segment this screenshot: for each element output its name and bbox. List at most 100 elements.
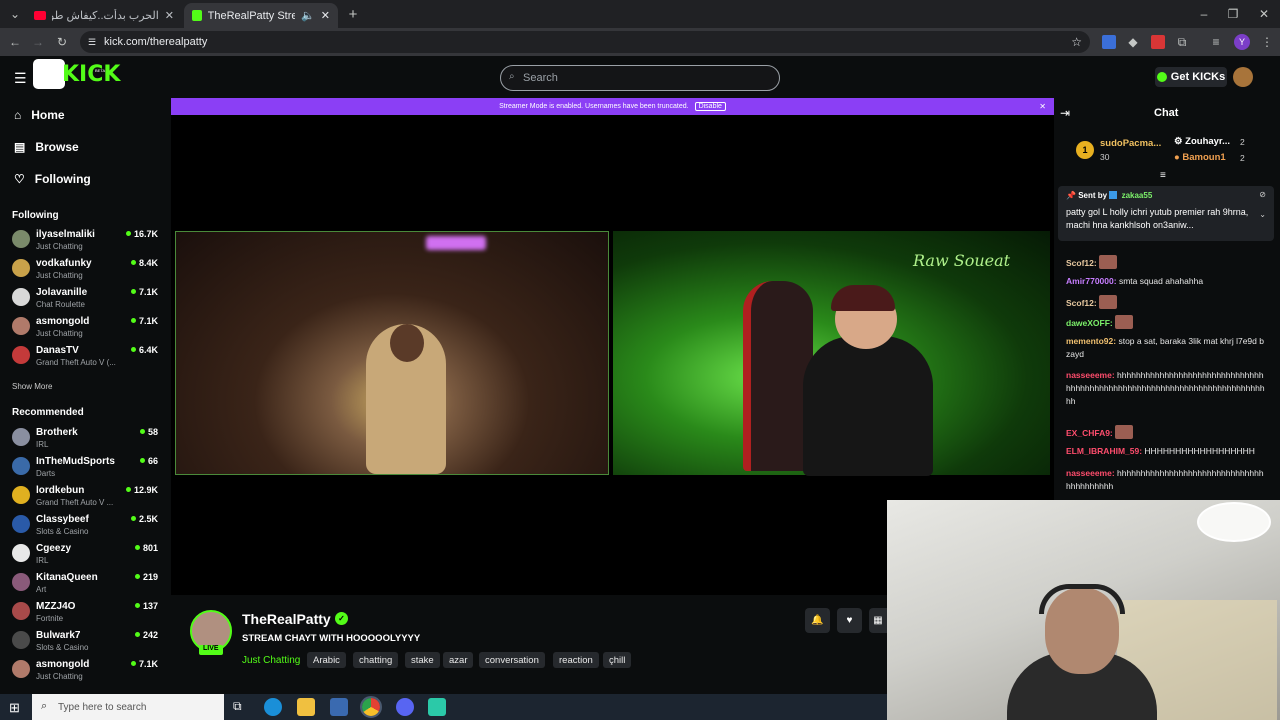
sidebar-channel-item[interactable]: DanasTV Grand Theft Auto V (... 6.4K bbox=[10, 342, 162, 370]
nav-home[interactable]: ⌂ Home bbox=[14, 108, 65, 122]
recommended-section-title: Recommended bbox=[12, 407, 84, 418]
channel-name: Cgeezy bbox=[36, 543, 72, 554]
stream-tag[interactable]: Arabic bbox=[307, 652, 346, 668]
app-icon[interactable] bbox=[428, 698, 446, 716]
close-icon[interactable]: ✕ bbox=[165, 9, 174, 22]
nav-following[interactable]: ♡ Following bbox=[14, 172, 91, 186]
chat-username[interactable]: nasseeeme: bbox=[1066, 468, 1115, 478]
sidebar-channel-item[interactable]: KitanaQueen Art 219 bbox=[10, 569, 162, 597]
stream-tag[interactable]: azar bbox=[443, 652, 474, 668]
channel-name: asmongold bbox=[36, 659, 90, 670]
forward-button[interactable]: → bbox=[27, 31, 49, 53]
collapse-chat-icon[interactable]: ⇥ bbox=[1060, 106, 1070, 120]
follow-heart-button[interactable]: ♥ bbox=[837, 608, 862, 633]
site-info-icon[interactable]: ☰ bbox=[88, 37, 96, 48]
extensions-puzzle-icon[interactable]: ⧉ bbox=[1171, 31, 1193, 53]
leaderboard-user[interactable]: ● Bamoun1 bbox=[1174, 152, 1226, 163]
chat-username[interactable]: Scof12: bbox=[1066, 298, 1097, 308]
windows-start-icon[interactable]: ⊞ bbox=[9, 700, 20, 716]
sidebar-channel-item[interactable]: ilyaselmaliki Just Chatting 16.7K bbox=[10, 226, 162, 254]
chrome-icon[interactable] bbox=[360, 696, 382, 718]
stream-tag[interactable]: çhill bbox=[603, 652, 632, 668]
edge-icon[interactable] bbox=[264, 698, 282, 716]
leaderboard-user[interactable]: sudoPacma... bbox=[1100, 138, 1161, 149]
pinned-message[interactable]: 📌 Sent by zakaa55 patty gol L holly ichr… bbox=[1058, 186, 1274, 241]
new-tab-button[interactable]: + bbox=[342, 3, 364, 25]
chat-text: smta squad ahahahha bbox=[1118, 276, 1204, 286]
bookmark-star-icon[interactable]: ☆ bbox=[1071, 35, 1082, 49]
sidebar-channel-item[interactable]: Bulwark7 Slots & Casino 242 bbox=[10, 627, 162, 655]
stream-tag[interactable]: reaction bbox=[553, 652, 599, 668]
channel-avatar bbox=[12, 259, 30, 277]
notification-bell-button[interactable]: 🔔 bbox=[805, 608, 830, 633]
reload-button[interactable]: ↻ bbox=[51, 31, 73, 53]
sidebar-channel-item[interactable]: Jolavanille Chat Roulette 7.1K bbox=[10, 284, 162, 312]
minimize-button[interactable]: – bbox=[1193, 3, 1215, 25]
sidebar-channel-item[interactable]: lordkebun Grand Theft Auto V ... 12.9K bbox=[10, 482, 162, 510]
unpin-icon[interactable]: ⊘ bbox=[1259, 190, 1266, 199]
file-explorer-icon[interactable] bbox=[297, 698, 315, 716]
stream-tag[interactable]: conversation bbox=[479, 652, 545, 668]
sidebar-channel-item[interactable]: vodkafunky Just Chatting 8.4K bbox=[10, 255, 162, 283]
search-icon: ⌕ bbox=[41, 700, 48, 712]
sidebar-channel-item[interactable]: Brotherk IRL 58 bbox=[10, 424, 162, 452]
speaker-icon[interactable]: 🔈 bbox=[301, 9, 315, 22]
task-view-icon[interactable]: ⧉ bbox=[233, 699, 242, 714]
window-close-button[interactable]: ✕ bbox=[1253, 3, 1275, 25]
gift-button[interactable]: ▦ bbox=[869, 608, 887, 633]
chat-username[interactable]: Amir770000: bbox=[1066, 276, 1117, 286]
discord-icon[interactable] bbox=[396, 698, 414, 716]
chat-username[interactable]: ELM_IBRAHIM_59: bbox=[1066, 446, 1142, 456]
sidebar-channel-item[interactable]: MZZJ4O Fortnite 137 bbox=[10, 598, 162, 626]
chat-username[interactable]: daweXOFF: bbox=[1066, 318, 1113, 328]
sidebar-channel-item[interactable]: Cgeezy IRL 801 bbox=[10, 540, 162, 568]
address-bar[interactable]: ☰ kick.com/therealpatty ☆ bbox=[80, 31, 1090, 53]
channel-avatar bbox=[12, 457, 30, 475]
get-kicks-button[interactable]: Get KICKs bbox=[1155, 67, 1227, 87]
stream-tag[interactable]: chatting bbox=[353, 652, 399, 668]
translate-extension-icon[interactable] bbox=[1102, 35, 1116, 49]
sidebar-channel-item[interactable]: asmongold Just Chatting 7.1K bbox=[10, 313, 162, 341]
back-button[interactable]: ← bbox=[4, 31, 26, 53]
filter-icon[interactable]: ≡ bbox=[1160, 170, 1166, 181]
emote-image bbox=[1115, 425, 1134, 439]
kick-logo[interactable]: KICK bbox=[62, 62, 120, 87]
chat-username[interactable]: EX_CHFA9: bbox=[1066, 428, 1113, 438]
leaderboard-user[interactable]: ⚙ Zouhayr... bbox=[1174, 136, 1230, 147]
close-icon[interactable]: ✕ bbox=[1039, 102, 1046, 111]
browser-tab-kick[interactable]: TheRealPatty Stream - Wat 🔈 ✕ bbox=[184, 3, 338, 28]
channel-avatar bbox=[12, 317, 30, 335]
close-icon[interactable]: ✕ bbox=[321, 9, 330, 22]
channel-category: Just Chatting bbox=[36, 672, 83, 681]
taskbar-search-input[interactable]: ⌕ Type here to search bbox=[32, 694, 224, 720]
channel-avatar bbox=[12, 573, 30, 591]
show-more-link[interactable]: Show More bbox=[12, 382, 52, 391]
tab-search-icon[interactable]: ⌄ bbox=[4, 3, 26, 25]
streamer-name[interactable]: TheRealPatty bbox=[242, 611, 331, 627]
disable-button[interactable]: Disable bbox=[694, 102, 726, 111]
chevron-down-icon[interactable]: ⌄ bbox=[1259, 210, 1266, 219]
profile-avatar[interactable]: Y bbox=[1234, 34, 1250, 50]
nav-browse[interactable]: ▤ Browse bbox=[14, 140, 79, 154]
chat-username[interactable]: nasseeeme: bbox=[1066, 370, 1115, 380]
stream-tag[interactable]: stake bbox=[405, 652, 440, 668]
user-avatar[interactable] bbox=[1233, 67, 1253, 87]
restore-button[interactable]: ❐ bbox=[1222, 3, 1244, 25]
category-link[interactable]: Just Chatting bbox=[242, 652, 300, 668]
media-controls-icon[interactable]: ≡ bbox=[1205, 31, 1227, 53]
sidebar-channel-item[interactable]: InTheMudSports Darts 66 bbox=[10, 453, 162, 481]
hamburger-menu-icon[interactable]: ☰ bbox=[14, 70, 27, 87]
search-input[interactable]: ⌕ Search bbox=[500, 65, 780, 91]
browser-tab-youtube[interactable]: الحرب بدأت..كيفاش طوطو تناقم ✕ bbox=[26, 3, 182, 28]
channel-category: Slots & Casino bbox=[36, 643, 89, 652]
browser-menu-icon[interactable]: ⋮ bbox=[1256, 31, 1278, 53]
chat-username[interactable]: Scof12: bbox=[1066, 258, 1097, 268]
record-extension-icon[interactable] bbox=[1151, 35, 1165, 49]
store-icon[interactable] bbox=[330, 698, 348, 716]
extension-icon[interactable]: ◆ bbox=[1122, 31, 1144, 53]
pinned-user: zakaa55 bbox=[1121, 191, 1153, 200]
sidebar-channel-item[interactable]: asmongold Just Chatting 7.1K bbox=[10, 656, 162, 684]
chat-username[interactable]: memento92: bbox=[1066, 336, 1116, 346]
chat-message: daweXOFF: bbox=[1066, 315, 1266, 330]
sidebar-channel-item[interactable]: Classybeef Slots & Casino 2.5K bbox=[10, 511, 162, 539]
